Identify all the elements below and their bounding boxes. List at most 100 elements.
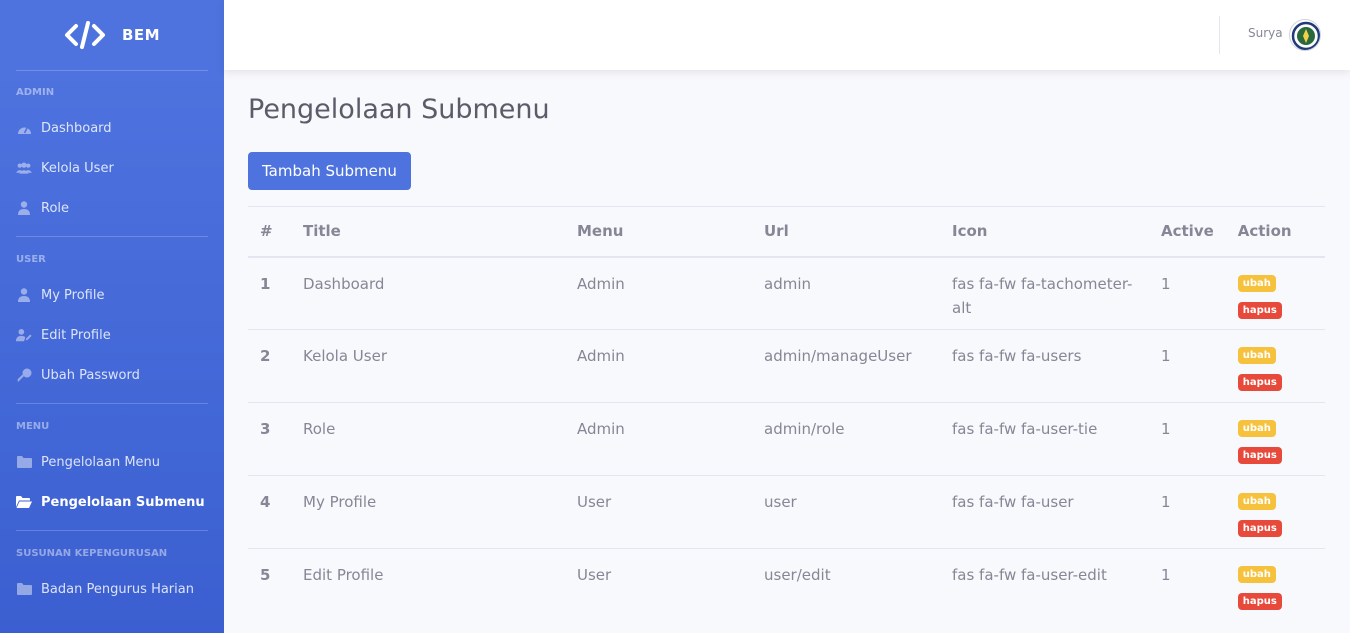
submenu-table: # Title Menu Url Icon Active Action 1 Da… bbox=[248, 206, 1325, 622]
column-header-url: Url bbox=[752, 206, 940, 258]
cell-active: 1 bbox=[1149, 329, 1226, 403]
edit-badge-button[interactable]: ubah bbox=[1237, 274, 1276, 292]
cell-number: 3 bbox=[248, 402, 291, 476]
column-header-action: Action bbox=[1225, 206, 1325, 258]
table-row: 2 Kelola User Admin admin/manageUser fas… bbox=[248, 329, 1325, 403]
sidebar-item-label: Pengelolaan Submenu bbox=[41, 494, 205, 510]
cell-active: 1 bbox=[1149, 402, 1226, 476]
table-row: 1 Dashboard Admin admin fas fa-fw fa-tac… bbox=[248, 256, 1325, 330]
sidebar-item-label: Edit Profile bbox=[41, 327, 111, 343]
cell-action: ubah hapus bbox=[1225, 329, 1325, 403]
page-title: Pengelolaan Submenu bbox=[248, 94, 550, 125]
tachometer-icon bbox=[16, 121, 32, 135]
sidebar-item-label: Role bbox=[41, 200, 70, 216]
code-icon bbox=[64, 21, 105, 49]
delete-badge-button[interactable]: hapus bbox=[1237, 301, 1282, 319]
folder-icon bbox=[16, 455, 32, 469]
sidebar-item-edit-profile[interactable]: Edit Profile bbox=[0, 315, 224, 355]
cell-number: 2 bbox=[248, 329, 291, 403]
cell-number: 4 bbox=[248, 475, 291, 549]
folder-icon bbox=[16, 582, 32, 596]
folder-open-icon bbox=[16, 495, 32, 509]
sidebar-heading-admin: ADMIN bbox=[16, 87, 55, 98]
cell-url: admin/manageUser bbox=[752, 329, 940, 403]
delete-badge-button[interactable]: hapus bbox=[1237, 593, 1282, 610]
cell-action: ubah hapus bbox=[1225, 256, 1325, 330]
sidebar-item-label: Pengelolaan Menu bbox=[41, 454, 161, 470]
user-name[interactable]: Surya bbox=[1248, 26, 1283, 40]
table-header-row: # Title Menu Url Icon Active Action bbox=[248, 206, 1325, 258]
sidebar-item-my-profile[interactable]: My Profile bbox=[0, 275, 224, 315]
cell-icon: fas fa-fw fa-user bbox=[940, 475, 1149, 549]
cell-title: Dashboard bbox=[291, 256, 565, 330]
column-header-menu: Menu bbox=[565, 206, 752, 258]
user-icon bbox=[16, 288, 32, 302]
sidebar-item-dashboard[interactable]: Dashboard bbox=[0, 108, 224, 148]
cell-url: user/edit bbox=[752, 548, 940, 622]
delete-badge-button[interactable]: hapus bbox=[1237, 447, 1282, 464]
sidebar-item-label: Badan Pengurus Harian bbox=[41, 581, 194, 597]
sidebar-item-label: Ubah Password bbox=[41, 367, 140, 383]
cell-action: ubah hapus bbox=[1225, 402, 1325, 476]
sidebar-item-label: Dashboard bbox=[41, 120, 112, 136]
user-edit-icon bbox=[16, 328, 32, 342]
cell-active: 1 bbox=[1149, 475, 1226, 549]
sidebar: BEM ADMIN Dashboard Kelola User Role USE… bbox=[0, 0, 224, 633]
cell-url: admin bbox=[752, 256, 940, 330]
topbar: Surya bbox=[224, 0, 1350, 70]
main-content: Pengelolaan Submenu Tambah Submenu # Tit… bbox=[248, 70, 1326, 622]
cell-url: admin/role bbox=[752, 402, 940, 476]
sidebar-heading-menu: MENU bbox=[16, 421, 50, 432]
cell-title: My Profile bbox=[291, 475, 565, 549]
sidebar-brand[interactable]: BEM bbox=[0, 0, 224, 70]
sidebar-item-ubah-password[interactable]: Ubah Password bbox=[0, 355, 224, 395]
cell-url: user bbox=[752, 475, 940, 549]
sidebar-item-bph[interactable]: Badan Pengurus Harian bbox=[0, 569, 224, 609]
cell-title: Edit Profile bbox=[291, 548, 565, 622]
user-tie-icon bbox=[16, 201, 32, 215]
cell-icon: fas fa-fw fa-user-edit bbox=[940, 548, 1149, 622]
column-header-active: Active bbox=[1149, 206, 1226, 258]
cell-number: 5 bbox=[248, 548, 291, 622]
users-icon bbox=[16, 161, 32, 175]
cell-menu: User bbox=[565, 548, 752, 622]
edit-badge-button[interactable]: ubah bbox=[1237, 493, 1276, 510]
cell-icon: fas fa-fw fa-tachometer-alt bbox=[940, 256, 1149, 330]
table-row: 3 Role Admin admin/role fas fa-fw fa-use… bbox=[248, 402, 1325, 476]
cell-menu: Admin bbox=[565, 402, 752, 476]
cell-menu: Admin bbox=[565, 329, 752, 403]
brand-name: BEM bbox=[121, 26, 161, 44]
sidebar-heading-susunan: SUSUNAN KEPENGURUSAN bbox=[16, 548, 168, 559]
cell-active: 1 bbox=[1149, 256, 1226, 330]
delete-badge-button[interactable]: hapus bbox=[1237, 520, 1282, 537]
sidebar-item-pengelolaan-submenu[interactable]: Pengelolaan Submenu bbox=[0, 482, 224, 522]
table-row: 5 Edit Profile User user/edit fas fa-fw … bbox=[248, 548, 1325, 622]
topbar-divider bbox=[1219, 16, 1220, 54]
table-row: 4 My Profile User user fas fa-fw fa-user… bbox=[248, 475, 1325, 549]
cell-action: ubah hapus bbox=[1225, 548, 1325, 622]
cell-number: 1 bbox=[248, 256, 291, 330]
cell-title: Role bbox=[291, 402, 565, 476]
cell-menu: Admin bbox=[565, 256, 752, 330]
column-header-icon: Icon bbox=[940, 206, 1149, 258]
edit-badge-button[interactable]: ubah bbox=[1237, 566, 1276, 583]
edit-badge-button[interactable]: ubah bbox=[1237, 347, 1276, 364]
key-icon bbox=[16, 368, 32, 382]
cell-title: Kelola User bbox=[291, 329, 565, 403]
sidebar-heading-user: USER bbox=[16, 254, 46, 265]
sidebar-item-kelola-user[interactable]: Kelola User bbox=[0, 148, 224, 188]
cell-active: 1 bbox=[1149, 548, 1226, 622]
avatar[interactable] bbox=[1289, 19, 1321, 51]
sidebar-item-label: My Profile bbox=[41, 287, 105, 303]
sidebar-item-pengelolaan-menu[interactable]: Pengelolaan Menu bbox=[0, 442, 224, 482]
column-header-title: Title bbox=[291, 206, 565, 258]
sidebar-item-label: Kelola User bbox=[41, 160, 114, 176]
sidebar-item-role[interactable]: Role bbox=[0, 188, 224, 228]
edit-badge-button[interactable]: ubah bbox=[1237, 420, 1276, 437]
add-submenu-button[interactable]: Tambah Submenu bbox=[248, 152, 411, 190]
delete-badge-button[interactable]: hapus bbox=[1237, 374, 1282, 391]
cell-icon: fas fa-fw fa-users bbox=[940, 329, 1149, 403]
avatar-logo-icon bbox=[1291, 21, 1320, 50]
column-header-number: # bbox=[248, 206, 291, 258]
cell-menu: User bbox=[565, 475, 752, 549]
